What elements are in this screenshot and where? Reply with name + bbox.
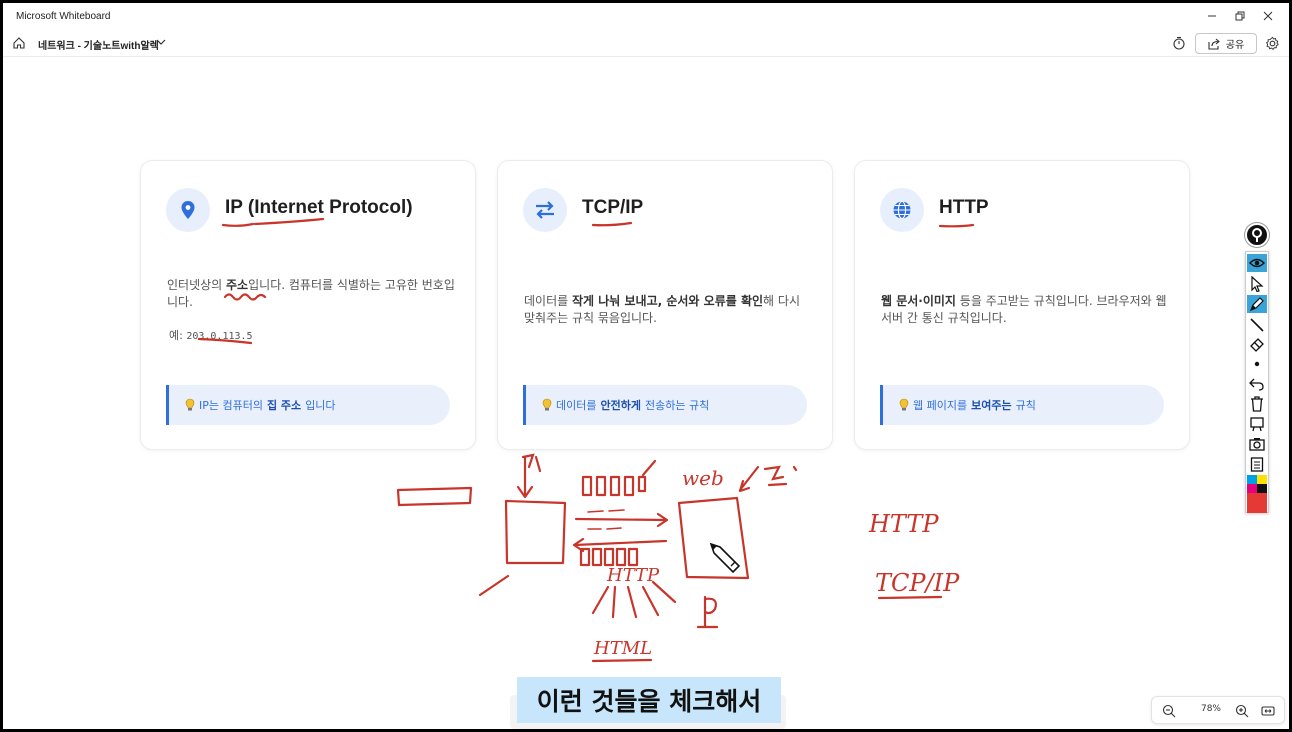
ink-arrow (478, 574, 510, 597)
app-title: Microsoft Whiteboard (16, 11, 111, 22)
dot-icon (1254, 361, 1260, 367)
chevron-down-icon[interactable] (155, 36, 167, 48)
trash-icon (1251, 396, 1263, 412)
color-swatches-icon (1247, 475, 1267, 513)
ink-rectangle (677, 496, 750, 580)
clipboard-icon (1250, 457, 1264, 472)
lightbulb-icon (185, 398, 195, 411)
title-bar: Microsoft Whiteboard (3, 3, 1289, 30)
ink-arrow (516, 455, 534, 499)
subtitle-caption: 이런 것들을 체크해서 (517, 677, 781, 723)
notes-tool[interactable] (1247, 455, 1267, 473)
ink-letter-p (696, 595, 719, 629)
color-palette[interactable] (1247, 475, 1267, 515)
globe-icon (893, 200, 911, 220)
card-description: 데이터를 작게 나눠 보내고, 순서와 오류를 확인해 다시 맞춰주는 규칙 묶… (524, 294, 800, 325)
swap-arrows-icon (536, 201, 554, 219)
pen-size-dot[interactable] (1247, 355, 1267, 373)
pen-tool[interactable] (1247, 295, 1267, 313)
close-icon (1263, 11, 1273, 21)
lightbulb-icon (899, 398, 909, 411)
ink-arrow (574, 512, 669, 528)
ink-arrow (738, 465, 760, 493)
ink-underline (591, 658, 653, 663)
timer-icon[interactable] (1172, 36, 1186, 50)
select-tool[interactable] (1247, 275, 1267, 293)
cursor-icon (1251, 276, 1264, 292)
ink-packet (581, 475, 647, 497)
location-pin-icon (181, 201, 195, 219)
lightbulb-icon (542, 398, 552, 411)
ink-label-html: HTML (593, 638, 652, 659)
share-label: 공유 (1225, 40, 1245, 51)
pen-icon (1249, 297, 1264, 312)
ink-underline (877, 595, 943, 600)
card-icon-wrap (166, 188, 210, 232)
screenshot-tool[interactable] (1247, 435, 1267, 453)
ink-arrow (572, 537, 668, 553)
ink-scribble (521, 453, 542, 473)
whiteboard-canvas[interactable]: IP (Internet Protocol) 인터넷상의 주소입니다. 컴퓨터를… (3, 57, 1289, 729)
home-icon[interactable] (12, 36, 26, 50)
close-button[interactable] (1254, 5, 1282, 27)
restore-icon (1235, 11, 1245, 21)
minimize-button[interactable] (1198, 5, 1226, 27)
share-icon (1208, 38, 1220, 50)
card-icon-wrap (880, 188, 924, 232)
undo-tool[interactable] (1247, 375, 1267, 393)
card-http[interactable]: HTTP 웹 문서·이미지 등을 주고받는 규칙입니다. 브라우저와 웹서버 간… (854, 160, 1190, 450)
card-tcpip[interactable]: TCP/IP 데이터를 작게 나눠 보내고, 순서와 오류를 확인해 다시 맞춰… (497, 160, 833, 450)
card-tip: 웹 페이지를 보여주는 규칙 (880, 385, 1164, 425)
ink-rectangle (504, 499, 567, 565)
pen-nib-icon (1252, 228, 1262, 242)
line-icon (1250, 318, 1264, 332)
line-tool[interactable] (1247, 316, 1267, 334)
pen-cursor-icon (709, 542, 741, 574)
card-title: TCP/IP (582, 197, 644, 218)
ink-label-http: HTTP (606, 565, 660, 586)
zoom-in-icon[interactable] (1234, 703, 1250, 719)
card-description: 인터넷상의 주소입니다. 컴퓨터를 식별하는 고유한 번호입니다. (167, 278, 455, 309)
board-toolbar: 네트워크 - 기술노트with알렉 공유 (3, 30, 1289, 57)
eye-icon (1249, 258, 1265, 268)
undo-icon (1249, 378, 1264, 391)
card-ip[interactable]: IP (Internet Protocol) 인터넷상의 주소입니다. 컴퓨터를… (140, 160, 476, 450)
card-title: HTTP (939, 197, 989, 218)
eraser-icon (1250, 338, 1264, 352)
ink-label-tcpip: TCP/IP (875, 569, 960, 597)
fit-to-screen-icon[interactable] (1260, 703, 1276, 719)
ink-scribble (763, 465, 798, 487)
zoom-control: 78% (1151, 696, 1285, 724)
ink-branch-arrows (591, 580, 677, 619)
board-icon (1250, 417, 1264, 432)
board-title[interactable]: 네트워크 - 기술노트with알렉 (38, 37, 159, 52)
ink-label-web: web (682, 466, 724, 490)
gear-icon[interactable] (1265, 36, 1280, 51)
ink-arrow (641, 459, 657, 477)
minimize-icon (1208, 15, 1216, 17)
whiteboard-window: Microsoft Whiteboard 네트워크 - 기술노트with알렉 공… (3, 3, 1289, 729)
camera-icon (1249, 438, 1265, 451)
clear-tool[interactable] (1247, 395, 1267, 413)
pen-toolbar-handle[interactable] (1245, 223, 1269, 247)
card-example: 예: 203.0.113.5 (169, 329, 253, 342)
ink-packet (579, 547, 639, 567)
restore-button[interactable] (1226, 5, 1254, 27)
zoom-out-icon[interactable] (1161, 703, 1177, 719)
card-icon-wrap (523, 188, 567, 232)
card-title: IP (Internet Protocol) (225, 197, 413, 218)
eraser-tool[interactable] (1247, 335, 1267, 353)
ink-dashes (587, 509, 625, 530)
ink-rectangle (396, 486, 473, 507)
card-description: 웹 문서·이미지 등을 주고받는 규칙입니다. 브라우저와 웹서버 간 통신 규… (881, 294, 1167, 325)
card-tip: IP는 컴퓨터의 집 주소 입니다 (166, 385, 450, 425)
zoom-level: 78% (1200, 704, 1221, 714)
share-button[interactable]: 공유 (1195, 33, 1257, 54)
ink-label-http-right: HTTP (868, 510, 939, 538)
view-tool[interactable] (1247, 254, 1267, 272)
whiteboard-tool[interactable] (1247, 415, 1267, 433)
card-tip: 데이터를 안전하게 전송하는 규칙 (523, 385, 807, 425)
